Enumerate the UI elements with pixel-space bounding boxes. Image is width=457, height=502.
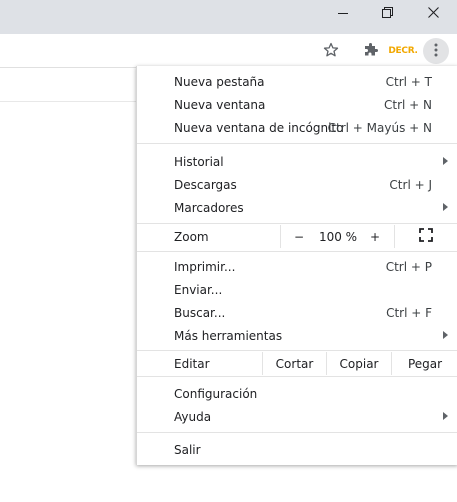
zoom-label: Zoom [174, 230, 209, 244]
menu-zoom-row: Zoom − 100 % + [137, 225, 457, 248]
menu-separator [137, 143, 457, 144]
menu-item-send[interactable]: Enviar... [137, 278, 457, 301]
zoom-out-label: − [293, 229, 305, 244]
menu-separator [137, 223, 457, 224]
menu-item-new-window[interactable]: Nueva ventana Ctrl + N [137, 93, 457, 116]
extension-badge: DECR. [388, 46, 418, 56]
menu-item-shortcut: Ctrl + T [385, 74, 432, 89]
copy-label: Copiar [339, 356, 379, 371]
menu-item-incognito[interactable]: Nueva ventana de incógnito Ctrl + Mayús … [137, 116, 457, 139]
paste-button[interactable]: Pegar [392, 352, 457, 375]
menu-separator [137, 432, 457, 433]
menu-item-print[interactable]: Imprimir... Ctrl + P [137, 255, 457, 278]
zoom-level: 100 % [315, 225, 361, 248]
menu-item-shortcut: Ctrl + F [386, 305, 432, 320]
menu-item-label: Ayuda [174, 409, 212, 424]
menu-item-shortcut: Ctrl + N [383, 97, 432, 112]
menu-item-label: Nueva ventana de incógnito [174, 120, 344, 135]
page-divider [0, 101, 136, 102]
zoom-divider [394, 225, 395, 248]
menu-item-label: Historial [174, 154, 224, 169]
menu-separator [137, 350, 457, 351]
menu-item-bookmarks[interactable]: Marcadores [137, 196, 457, 219]
toolbar-divider [0, 67, 136, 68]
submenu-arrow-icon [443, 157, 448, 165]
extensions-button[interactable] [358, 38, 384, 64]
fullscreen-button[interactable] [411, 225, 441, 248]
fullscreen-icon [419, 228, 433, 245]
submenu-arrow-icon [443, 203, 448, 211]
menu-item-find[interactable]: Buscar... Ctrl + F [137, 301, 457, 324]
puzzle-icon [363, 42, 379, 61]
paste-label: Pegar [407, 356, 443, 371]
submenu-arrow-icon [443, 331, 448, 339]
restore-icon [382, 7, 393, 21]
chrome-main-menu: Nueva pestaña Ctrl + T Nueva ventana Ctr… [136, 66, 457, 465]
zoom-out-button[interactable]: − [289, 225, 309, 248]
menu-item-label: Marcadores [174, 200, 244, 215]
zoom-in-label: + [369, 229, 381, 244]
minimize-icon [337, 7, 348, 21]
edit-label: Editar [174, 357, 210, 371]
menu-item-label: Nueva pestaña [174, 74, 265, 89]
menu-item-history[interactable]: Historial [137, 150, 457, 173]
vertical-dots-icon [434, 43, 438, 60]
bookmark-star-button[interactable] [318, 38, 344, 64]
zoom-value: 100 % [318, 229, 358, 244]
copy-button[interactable]: Copiar [327, 352, 391, 375]
menu-separator [137, 376, 457, 377]
menu-item-shortcut: Ctrl + P [385, 259, 432, 274]
close-button[interactable] [411, 0, 456, 28]
close-icon [428, 7, 439, 21]
menu-item-label: Salir [174, 442, 201, 457]
menu-item-label: Más herramientas [174, 328, 283, 343]
minimize-button[interactable] [320, 0, 365, 28]
browser-toolbar: DECR. [0, 34, 457, 67]
restore-button[interactable] [365, 0, 410, 28]
menu-item-label: Imprimir... [174, 259, 236, 274]
menu-item-label: Nueva ventana [174, 97, 266, 112]
submenu-arrow-icon [443, 412, 448, 420]
menu-item-help[interactable]: Ayuda [137, 405, 457, 428]
title-bar [0, 0, 457, 34]
menu-item-label: Configuración [174, 386, 258, 401]
menu-item-shortcut: Ctrl + Mayús + N [327, 120, 432, 135]
zoom-divider [280, 225, 281, 248]
menu-item-label: Buscar... [174, 305, 226, 320]
menu-item-shortcut: Ctrl + J [389, 177, 432, 192]
menu-separator [137, 251, 457, 252]
menu-item-label: Descargas [174, 177, 237, 192]
zoom-in-button[interactable]: + [365, 225, 385, 248]
menu-item-label: Enviar... [174, 282, 223, 297]
menu-item-new-tab[interactable]: Nueva pestaña Ctrl + T [137, 70, 457, 93]
cut-button[interactable]: Cortar [263, 352, 326, 375]
menu-item-more-tools[interactable]: Más herramientas [137, 324, 457, 347]
chrome-menu-button[interactable] [423, 38, 449, 64]
star-icon [323, 42, 339, 61]
cut-label: Cortar [275, 356, 314, 371]
extension-decr-button[interactable]: DECR. [388, 38, 418, 64]
menu-item-downloads[interactable]: Descargas Ctrl + J [137, 173, 457, 196]
menu-item-exit[interactable]: Salir [137, 438, 457, 461]
menu-edit-row: Editar Cortar Copiar Pegar [137, 352, 457, 375]
menu-item-settings[interactable]: Configuración [137, 382, 457, 405]
